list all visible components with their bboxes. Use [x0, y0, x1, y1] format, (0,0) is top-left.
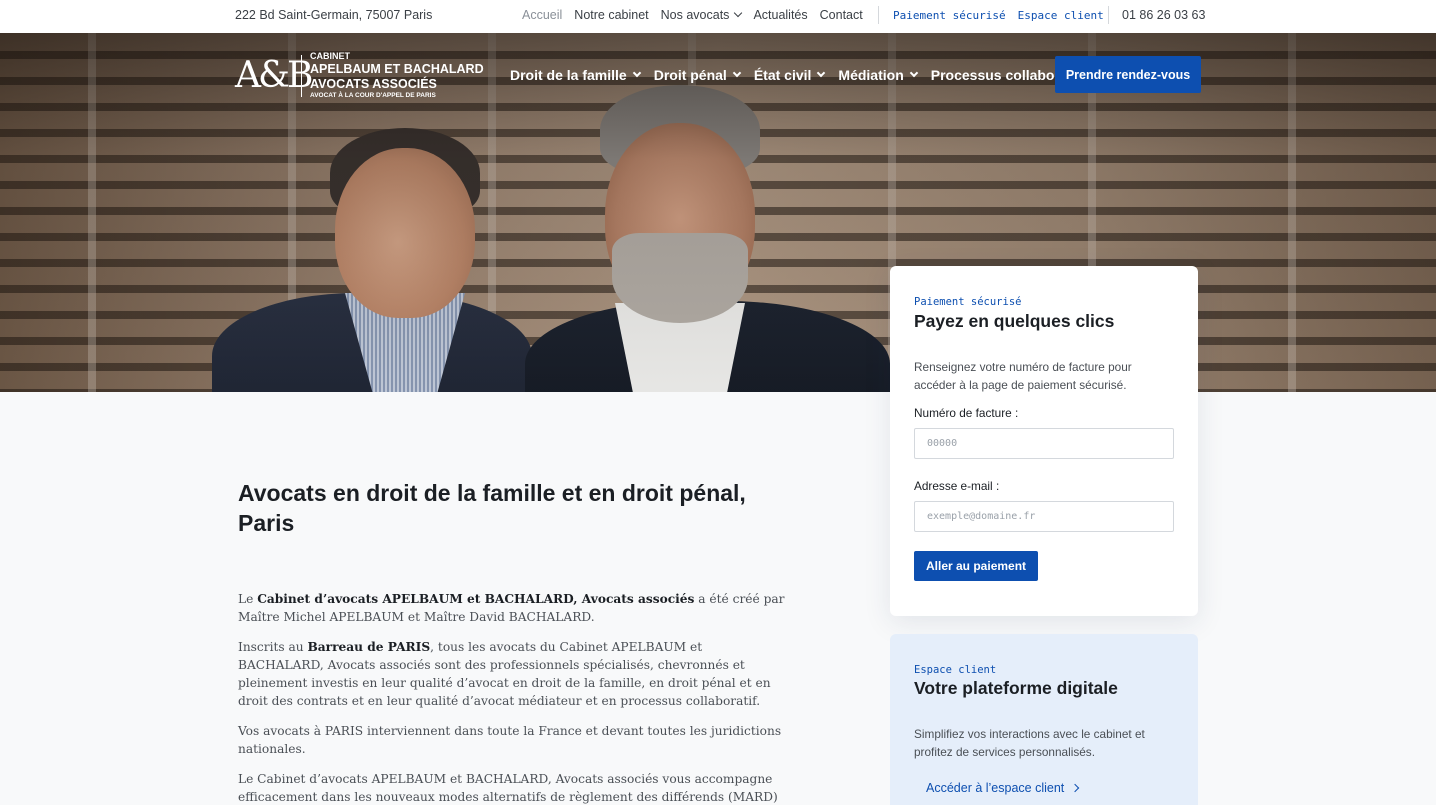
phone-number[interactable]: 01 86 26 03 63	[1122, 8, 1205, 22]
logo-line: AVOCAT À LA COUR D'APPEL DE PARIS	[310, 92, 436, 99]
payment-title: Payez en quelques clics	[914, 311, 1115, 331]
site-logo[interactable]: A&B CABINET APELBAUM ET BACHALARD AVOCAT…	[235, 52, 484, 100]
email-input[interactable]	[914, 501, 1174, 532]
appointment-button[interactable]: Prendre rendez-vous	[1055, 56, 1201, 93]
paragraph: Le Cabinet d’avocats APELBAUM et BACHALA…	[238, 772, 778, 804]
divider	[1108, 6, 1109, 24]
text: Le	[238, 592, 258, 606]
invoice-number-input[interactable]	[914, 428, 1174, 459]
nav-item-label: Droit pénal	[653, 67, 727, 83]
divider	[878, 6, 879, 24]
logo-line: CABINET	[310, 51, 350, 61]
go-to-payment-button[interactable]: Aller au paiement	[914, 551, 1039, 581]
nav-item-droit-penal[interactable]: Droit pénal	[653, 67, 742, 83]
chevron-down-icon	[632, 68, 641, 78]
top-link-notre-cabinet[interactable]: Notre cabinet	[574, 8, 648, 22]
invoice-label: Numéro de facture :	[914, 406, 1019, 420]
client-title: Votre plateforme digitale	[914, 678, 1118, 698]
top-link-nos-avocats[interactable]: Nos avocats	[660, 8, 743, 22]
payment-card: Paiement sécurisé Payez en quelques clic…	[890, 266, 1198, 616]
top-link-contact[interactable]: Contact	[820, 8, 863, 22]
client-space-card: Espace client Votre plateforme digitale …	[890, 634, 1198, 805]
logo-mark: A&B	[235, 55, 314, 97]
hero-overlay	[0, 33, 1436, 392]
main-nav: Droit de la famille Droit pénal État civ…	[510, 67, 1081, 83]
logo-divider	[301, 54, 302, 97]
top-link-espace-client[interactable]: Espace client	[1018, 9, 1104, 22]
chevron-down-icon	[734, 8, 743, 18]
intro-text: Le Cabinet d’avocats APELBAUM et BACHALA…	[238, 590, 788, 805]
client-kicker: Espace client	[914, 664, 997, 676]
top-link-paiement-securise[interactable]: Paiement sécurisé	[893, 9, 1006, 22]
email-label: Adresse e-mail :	[914, 479, 1000, 493]
top-link-nos-avocats-label: Nos avocats	[660, 8, 730, 22]
payment-description: Renseignez votre numéro de facture pour …	[914, 360, 1132, 392]
client-description: Simplifiez vos interactions avec le cabi…	[914, 727, 1145, 759]
client-space-link[interactable]: Accéder à l’espace client	[926, 781, 1080, 795]
chevron-right-icon	[1071, 783, 1080, 793]
paragraph: Le Cabinet d’avocats APELBAUM et BACHALA…	[238, 590, 788, 626]
secure-links: Paiement sécurisé Espace client	[893, 9, 1104, 22]
logo-line: APELBAUM ET BACHALARD	[310, 62, 484, 76]
payment-kicker: Paiement sécurisé	[914, 296, 1022, 308]
paragraph: Vos avocats à PARIS interviennent dans t…	[238, 724, 782, 756]
page-title: Avocats en droit de la famille et en dro…	[238, 480, 746, 536]
nav-item-label: Médiation	[838, 67, 904, 83]
chevron-down-icon	[909, 68, 919, 78]
top-link-accueil[interactable]: Accueil	[522, 8, 562, 22]
chevron-down-icon	[817, 68, 826, 78]
nav-item-label: Droit de la famille	[510, 67, 627, 83]
nav-item-label: État civil	[753, 67, 812, 83]
chevron-down-icon	[732, 68, 742, 78]
paragraph: Inscrits au Barreau de PARIS, tous les a…	[238, 638, 788, 710]
nav-item-mediation[interactable]: Médiation	[838, 67, 919, 83]
top-link-actualites[interactable]: Actualités	[753, 8, 807, 22]
top-bar: 222 Bd Saint-Germain, 75007 Paris Accuei…	[0, 0, 1436, 33]
main-content: Avocats en droit de la famille et en dro…	[238, 478, 788, 805]
text: Inscrits au	[238, 640, 308, 654]
logo-text: CABINET APELBAUM ET BACHALARD AVOCATS AS…	[310, 52, 484, 100]
nav-item-etat-civil[interactable]: État civil	[753, 67, 826, 83]
address: 222 Bd Saint-Germain, 75007 Paris	[235, 8, 433, 22]
top-links: Accueil Notre cabinet Nos avocats Actual…	[522, 8, 863, 22]
bold-text: Barreau de PARIS	[307, 640, 431, 654]
bold-text: Cabinet d’avocats APELBAUM et BACHALARD,…	[257, 592, 695, 606]
nav-item-droit-famille[interactable]: Droit de la famille	[510, 67, 641, 83]
logo-line: AVOCATS ASSOCIÉS	[310, 76, 437, 91]
hero-image	[0, 33, 1436, 392]
client-space-link-label: Accéder à l’espace client	[926, 781, 1065, 795]
